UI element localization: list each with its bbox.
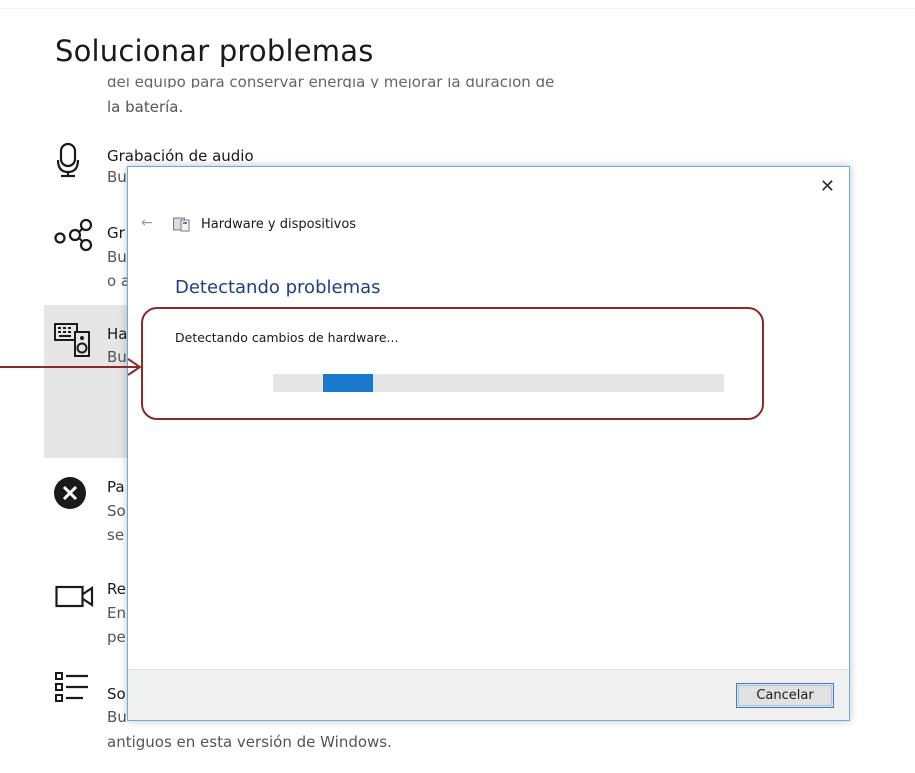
bottom-desc-tail: antiguos en esta versión de Windows. <box>107 733 392 751</box>
annotation-highlight-box <box>141 307 764 420</box>
item4-desc-1: So <box>107 502 126 520</box>
item2-title[interactable]: Gr <box>107 224 125 242</box>
item5-desc-2: pe <box>107 628 126 646</box>
video-camera-icon <box>55 585 94 608</box>
audio-recording-title[interactable]: Grabación de audio <box>107 147 254 165</box>
item4-desc-2: se <box>107 526 125 544</box>
hardware-devices-icon <box>173 217 190 232</box>
bluetooth-share-icon <box>54 218 93 252</box>
item4-title[interactable]: Pa <box>107 478 125 496</box>
page-title: Solucionar problemas <box>55 34 374 68</box>
hardware-title[interactable]: Ha <box>107 325 127 343</box>
item5-desc-1: En <box>107 604 126 622</box>
microphone-icon <box>56 142 80 178</box>
close-icon[interactable]: ✕ <box>820 176 835 197</box>
cancel-button[interactable]: Cancelar <box>736 683 834 708</box>
list-icon <box>55 672 88 702</box>
dialog-footer: Cancelar <box>128 669 849 720</box>
item5-title[interactable]: Re <box>107 580 126 598</box>
divider <box>0 8 915 9</box>
hardware-icon <box>54 323 90 357</box>
battery-desc-tail: la batería. <box>107 98 184 116</box>
troubleshooter-dialog: ✕ ← Hardware y dispositivos Detectando p… <box>127 166 850 721</box>
error-x-icon <box>54 477 86 509</box>
cut-off-text: del equipo para conservar energía y mejo… <box>107 78 555 88</box>
audio-recording-desc: Bu <box>107 168 127 186</box>
dialog-heading: Detectando problemas <box>175 277 381 298</box>
item2-desc-1: Bu <box>107 248 127 266</box>
back-arrow-icon[interactable]: ← <box>141 215 153 231</box>
item6-title[interactable]: So <box>107 685 126 703</box>
breadcrumb: Hardware y dispositivos <box>201 217 357 232</box>
annotation-arrow-icon <box>0 358 142 376</box>
item6-desc: Bu <box>107 708 127 726</box>
